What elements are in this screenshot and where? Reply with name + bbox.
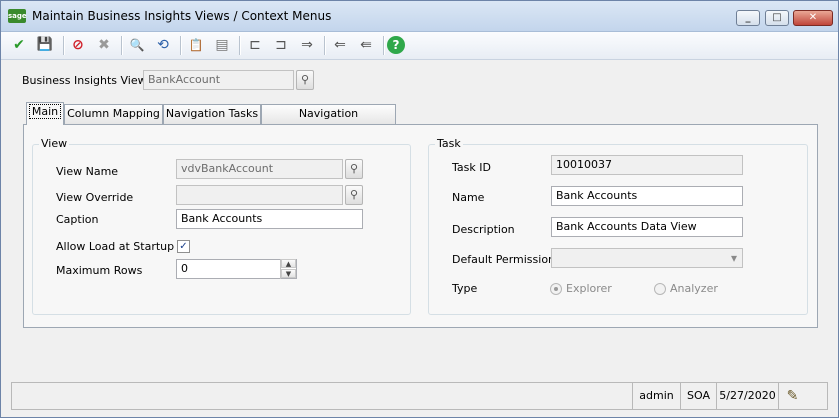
main-window: sage Maintain Business Insights Views / … — [0, 0, 839, 418]
type-label: Type — [452, 282, 478, 295]
view-name-label: View Name — [56, 165, 119, 178]
maximize-icon: □ — [772, 12, 782, 23]
main-tab-panel: View View Name vdvBankAccount ⚲ View Ove… — [23, 124, 818, 328]
view-override-field — [176, 185, 343, 205]
copy-icon[interactable]: 📋 — [186, 35, 206, 55]
max-rows-field[interactable]: 0 — [176, 259, 297, 279]
default-permission-dropdown[interactable] — [551, 248, 743, 268]
task-name-field[interactable]: Bank Accounts — [551, 186, 743, 206]
bi-view-field: BankAccount — [143, 70, 294, 90]
type-explorer-label: Explorer — [566, 282, 612, 295]
spin-up-icon[interactable]: ▲ — [281, 259, 296, 268]
allow-load-checkbox[interactable]: ✓ — [177, 240, 190, 253]
move-left-alt-icon[interactable]: ⇚ — [356, 35, 376, 55]
bi-view-lookup-button[interactable]: ⚲ — [296, 70, 314, 90]
task-group-title: Task — [435, 137, 463, 150]
task-name-label: Name — [452, 191, 485, 204]
bi-view-label: Business Insights View — [22, 74, 147, 87]
navigation-relationships-icon[interactable]: ⇒ — [297, 35, 317, 55]
toolbar: ✔ 💾 ⊘ ✖ 🔍 ⟲ 📋 ▤ ⊏ ⊐ ⇒ ⇐ ⇚ ? — [1, 32, 838, 60]
toolbar-separator — [63, 36, 65, 55]
save-icon[interactable]: 💾 — [35, 35, 55, 55]
delete-icon[interactable]: ⊘ — [68, 35, 88, 55]
view-override-label: View Override — [56, 191, 134, 204]
sage-logo-icon: sage — [8, 9, 27, 23]
type-analyzer-radio[interactable] — [654, 283, 666, 295]
max-rows-label: Maximum Rows — [56, 264, 143, 277]
default-permission-label: Default Permission — [452, 253, 556, 266]
navigation-tasks-icon[interactable]: ⊐ — [271, 35, 291, 55]
key-icon: ⚲ — [300, 73, 310, 86]
status-bar: admin SOA 5/27/2020 ✎ — [11, 382, 828, 410]
minimize-button[interactable]: _ — [736, 10, 760, 26]
column-mapping-icon[interactable]: ⊏ — [245, 35, 265, 55]
window-title: Maintain Business Insights Views / Conte… — [32, 9, 332, 23]
caption-field[interactable]: Bank Accounts — [176, 209, 363, 229]
close-button[interactable]: ✕ — [793, 10, 833, 26]
description-label: Description — [452, 223, 515, 236]
view-override-lookup-button[interactable]: ⚲ — [345, 185, 363, 205]
max-rows-spinner[interactable]: ▲ ▼ — [280, 259, 296, 279]
toolbar-separator — [121, 36, 123, 55]
tab-column-mapping[interactable]: Column Mapping — [64, 104, 163, 124]
status-date: 5/27/2020 — [716, 383, 778, 409]
minimize-icon: _ — [745, 12, 751, 23]
toolbar-separator — [383, 36, 385, 55]
lookup-icon[interactable]: 🔍 — [127, 35, 147, 55]
toolbar-separator — [239, 36, 241, 55]
accept-icon[interactable]: ✔ — [9, 35, 29, 55]
title-bar: sage Maintain Business Insights Views / … — [1, 1, 838, 32]
close-icon: ✕ — [808, 12, 818, 23]
tab-column-mapping-label: Column Mapping — [67, 107, 160, 120]
refresh-icon[interactable]: ⟲ — [153, 35, 173, 55]
task-id-field: 10010037 — [551, 155, 743, 175]
toolbar-separator — [324, 36, 326, 55]
tab-navigation-tasks[interactable]: Navigation Tasks — [163, 104, 261, 124]
caption-label: Caption — [56, 213, 99, 226]
move-left-icon[interactable]: ⇐ — [330, 35, 350, 55]
spin-down-icon[interactable]: ▼ — [281, 269, 296, 278]
list-icon[interactable]: ▤ — [212, 35, 232, 55]
view-group-title: View — [39, 137, 70, 150]
status-user: admin — [632, 383, 680, 409]
allow-load-label: Allow Load at Startup — [56, 240, 175, 253]
type-analyzer-label: Analyzer — [670, 282, 718, 295]
magnifier-icon: ⚲ — [349, 188, 359, 201]
type-explorer-radio[interactable] — [550, 283, 562, 295]
tab-main[interactable]: Main — [26, 102, 64, 125]
view-name-lookup-button[interactable]: ⚲ — [345, 159, 363, 179]
status-company: SOA — [680, 383, 716, 409]
help-icon[interactable]: ? — [387, 36, 405, 54]
magnifier-icon: ⚲ — [349, 162, 359, 175]
tab-navigation-tasks-label: Navigation Tasks — [165, 107, 259, 120]
tab-navigation-relationships[interactable]: Navigation Relationships — [261, 104, 396, 138]
view-name-field: vdvBankAccount — [176, 159, 343, 179]
tab-main-label: Main — [28, 104, 62, 119]
toolbar-separator — [180, 36, 182, 55]
chevron-down-icon[interactable]: ▾ — [731, 251, 737, 265]
cancel-icon[interactable]: ✖ — [94, 35, 114, 55]
description-field[interactable]: Bank Accounts Data View — [551, 217, 743, 237]
task-id-label: Task ID — [452, 161, 491, 174]
notes-icon[interactable]: ✎ — [778, 383, 806, 409]
maximize-button[interactable]: □ — [765, 10, 789, 26]
